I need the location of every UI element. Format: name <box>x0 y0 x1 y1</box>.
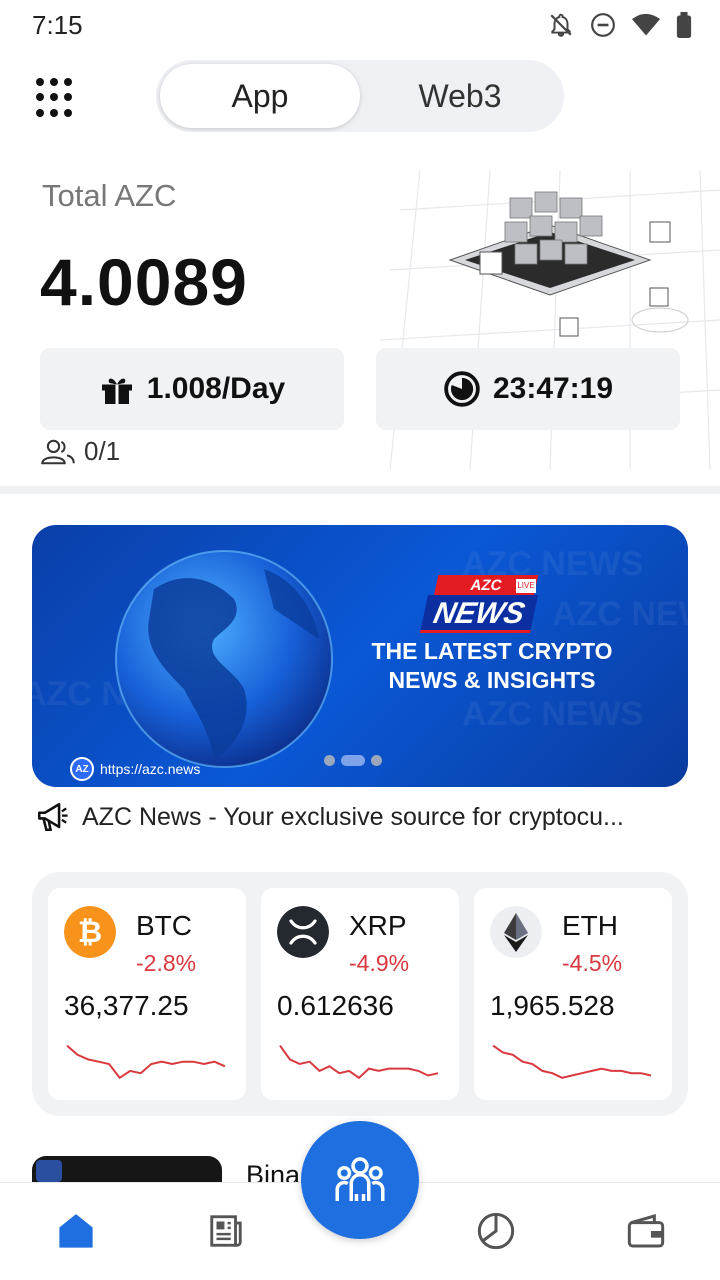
sparkline-path <box>279 1045 439 1080</box>
community-button[interactable] <box>301 1121 419 1239</box>
people-icon <box>41 439 75 464</box>
home-icon <box>59 1214 93 1248</box>
nav-wallet[interactable] <box>624 1209 668 1253</box>
news-thumb-badge <box>36 1160 62 1182</box>
coin-card-xrp[interactable]: XRP -4.9% 0.612636 <box>261 888 459 1100</box>
coin-card-eth[interactable]: ETH -4.5% 1,965.528 <box>474 888 672 1100</box>
banner-url: AZ https://azc.news <box>70 757 200 781</box>
mining-timer-button[interactable]: 23:47:19 <box>376 348 680 430</box>
carousel-indicator <box>324 755 382 766</box>
status-bar: 7:15 <box>0 0 720 50</box>
news-icon <box>210 1215 242 1247</box>
banner-url-text: https://azc.news <box>100 761 201 777</box>
carousel-dot[interactable] <box>371 755 382 766</box>
banner-headline: THE LATEST CRYPTO NEWS & INSIGHTS <box>342 637 642 695</box>
do-not-disturb-icon <box>591 13 615 37</box>
announcement-ticker[interactable]: AZC News - Your exclusive source for cry… <box>34 800 624 834</box>
balance-section: Total AZC 4.0089 1.008/Day 23:47:19 0/1 <box>0 160 720 486</box>
coin-price: 36,377.25 <box>64 990 189 1021</box>
news-banner[interactable]: AZC NEWS AZC NEWS AZC NEWS AZC NEWS AZC … <box>32 525 688 787</box>
sparkline-path <box>492 1044 652 1079</box>
invite-counter[interactable]: 0/1 <box>40 436 120 467</box>
coin-sparkline <box>279 1045 439 1080</box>
coin-change: -4.9% <box>349 950 410 976</box>
news-badge: NEWS <box>419 595 539 633</box>
tab-web3[interactable]: Web3 <box>360 64 560 128</box>
status-time: 7:15 <box>32 10 83 40</box>
globe-icon <box>115 550 333 768</box>
coin-symbol: BTC <box>136 910 192 941</box>
sparkline-path <box>66 1044 226 1080</box>
tab-app[interactable]: App <box>160 64 360 128</box>
daily-rate-value: 1.008/Day <box>146 372 286 405</box>
megaphone-icon <box>37 802 68 832</box>
carousel-dot-active[interactable] <box>341 755 365 766</box>
coin-sparkline <box>492 1044 652 1079</box>
timer-icon <box>444 371 480 407</box>
wallet-icon <box>627 1214 665 1248</box>
svg-text:₿: ₿ <box>78 916 102 949</box>
carousel-dot[interactable] <box>324 755 335 766</box>
wifi-icon <box>632 13 660 36</box>
coin-price: 1,965.528 <box>490 990 615 1021</box>
coin-change: -4.5% <box>562 950 623 976</box>
coin-symbol: ETH <box>562 910 618 941</box>
total-azc-label: Total AZC <box>42 178 177 213</box>
notifications-off-icon <box>550 13 572 37</box>
mode-switcher: App Web3 <box>156 60 564 132</box>
mining-timer-value: 23:47:19 <box>492 372 614 405</box>
nav-portfolio[interactable] <box>474 1209 518 1253</box>
daily-rate-button[interactable]: 1.008/Day <box>40 348 344 430</box>
coin-price: 0.612636 <box>277 990 394 1021</box>
nav-news[interactable] <box>204 1209 248 1253</box>
bitcoin-icon: ₿ <box>64 906 116 958</box>
market-panel: ₿ BTC -2.8% 36,377.25 XRP -4.9% 0.612636… <box>32 872 688 1116</box>
ethereum-icon <box>490 906 542 958</box>
banner-headline-line2: NEWS & INSIGHTS <box>388 667 596 693</box>
nav-home[interactable] <box>54 1209 98 1253</box>
azc-logo-icon: AZ <box>70 757 94 781</box>
banner-headline-line1: THE LATEST CRYPTO <box>371 638 613 664</box>
coin-change: -2.8% <box>136 950 197 976</box>
coin-symbol: XRP <box>349 910 407 941</box>
status-icons <box>548 12 692 38</box>
gift-icon <box>101 378 132 404</box>
banner-watermark: AZC NEWS <box>552 595 688 633</box>
community-icon <box>335 1157 385 1201</box>
portfolio-icon <box>477 1212 515 1250</box>
coin-card-btc[interactable]: ₿ BTC -2.8% 36,377.25 <box>48 888 246 1100</box>
coin-sparkline <box>66 1044 226 1080</box>
ticker-text: AZC News - Your exclusive source for cry… <box>82 802 624 831</box>
news-live-badge: LIVE <box>516 579 536 593</box>
battery-icon <box>676 12 692 38</box>
xrp-icon <box>277 906 329 958</box>
section-divider <box>0 486 720 494</box>
total-azc-value: 4.0089 <box>40 245 248 319</box>
banner-watermark: AZC NEWS <box>462 695 644 733</box>
invite-count: 0/1 <box>84 436 121 466</box>
apps-menu-icon[interactable] <box>36 78 76 118</box>
